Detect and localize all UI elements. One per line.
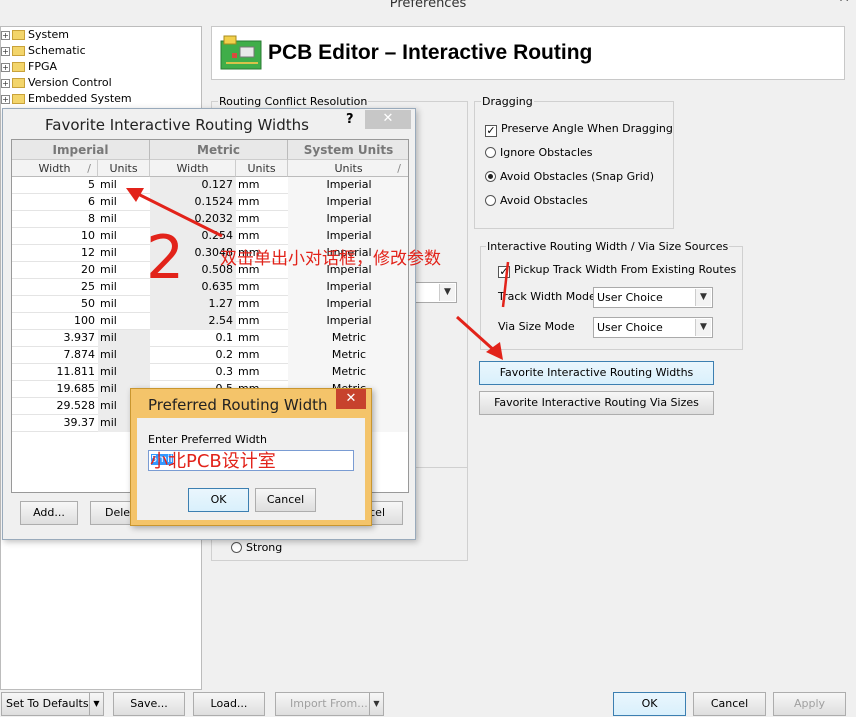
annotation-note: 双击单出小对话框，修改参数 [220,249,441,269]
watermark-text: 小北PCB设计室 [150,451,276,472]
annotation-arrow-line [455,315,498,354]
annotation-mark [501,261,510,308]
annotation-number: 2 [146,223,185,293]
annotation-overlay [126,188,510,360]
